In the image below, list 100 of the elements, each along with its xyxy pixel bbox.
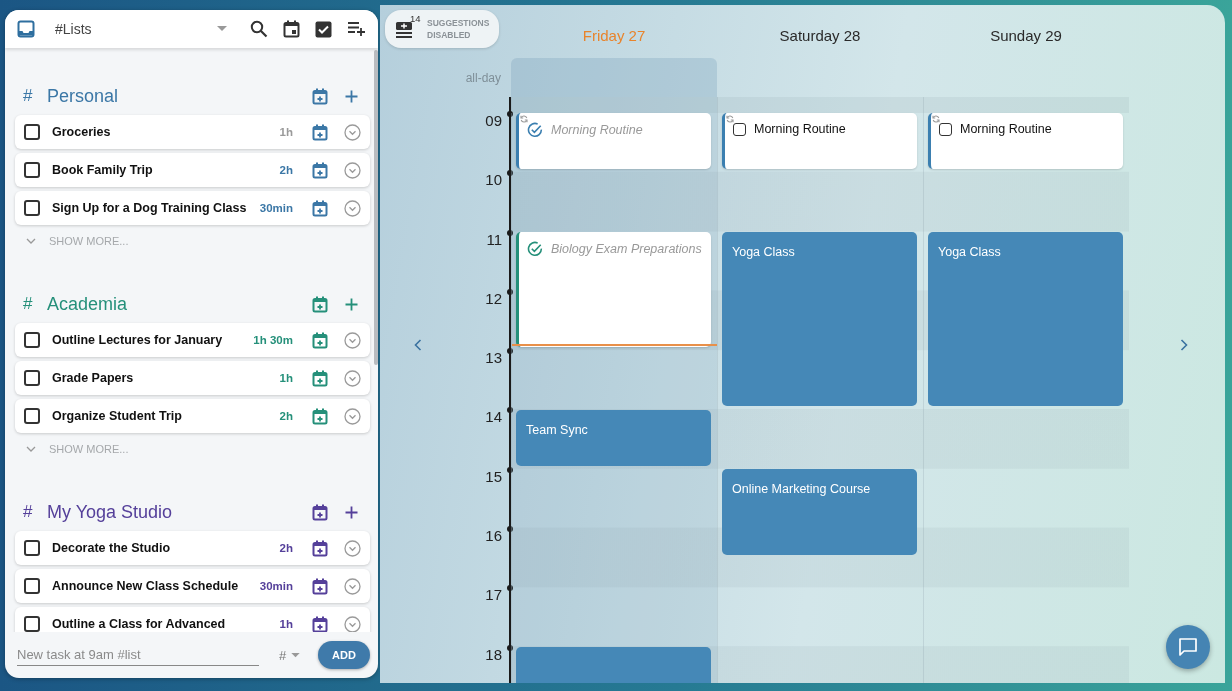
chevron-circle-icon[interactable] xyxy=(344,123,361,141)
checkbox[interactable] xyxy=(24,370,40,386)
day-header: Friday 27 xyxy=(581,26,647,46)
checkbox[interactable] xyxy=(24,616,40,632)
new-task-field[interactable]: New task at 9am #list xyxy=(17,644,259,666)
task-title: Organize Student Trip xyxy=(52,409,183,423)
task-block[interactable]: Morning Routine xyxy=(928,113,1123,170)
chevron-circle-icon[interactable] xyxy=(344,331,361,349)
all-day-label: all-day xyxy=(464,70,502,87)
add-button[interactable]: ADD xyxy=(318,641,370,669)
event-block[interactable]: Yoga Class xyxy=(928,231,1123,407)
checkbox-icon[interactable] xyxy=(315,20,332,38)
checkbox[interactable] xyxy=(939,122,952,136)
chevron-down-icon[interactable] xyxy=(26,238,36,244)
task-card[interactable]: Outline a Class for Advanced 1h xyxy=(15,607,370,632)
chevron-down-icon[interactable] xyxy=(26,446,36,452)
task-card[interactable]: Sign Up for a Dog Training Class 30min xyxy=(15,191,370,225)
plus-icon[interactable] xyxy=(345,297,358,311)
calendar-icon[interactable] xyxy=(283,20,300,38)
event-block[interactable]: Team Sync xyxy=(516,409,711,466)
duration-label: 2h xyxy=(279,410,293,422)
calendar-plus-icon[interactable] xyxy=(312,123,328,141)
calendar-plus-icon[interactable] xyxy=(312,369,328,387)
task-card[interactable]: Announce New Class Schedule 30min xyxy=(15,569,370,603)
hour-label: 10 xyxy=(485,171,502,189)
task-card[interactable]: Grade Papers 1h xyxy=(15,361,370,395)
hour-label: 17 xyxy=(485,586,502,604)
checkbox[interactable] xyxy=(24,540,40,556)
hour-label: 09 xyxy=(485,112,502,129)
checked-circle-icon[interactable] xyxy=(527,240,543,257)
list-title[interactable]: My Yoga Studio xyxy=(47,501,312,523)
list-selector[interactable]: #Lists xyxy=(55,21,202,37)
checkbox[interactable] xyxy=(24,162,40,178)
event-title: Yoga Class xyxy=(732,244,795,259)
calendar-plus-icon[interactable] xyxy=(312,577,328,595)
hour-label: 13 xyxy=(485,349,502,367)
task-card[interactable]: Decorate the Studio 2h xyxy=(15,531,370,565)
duration-label: 30min xyxy=(259,580,293,592)
event-title: Morning Routine xyxy=(754,122,846,136)
chevron-circle-icon[interactable] xyxy=(344,407,361,425)
duration-label: 30min xyxy=(259,202,293,214)
checkbox[interactable] xyxy=(24,200,40,216)
task-title: Groceries xyxy=(52,125,112,139)
task-title: Outline Lectures for January xyxy=(52,333,224,347)
search-icon[interactable] xyxy=(250,20,268,38)
suggestions-toggle[interactable]: 14 SUGGESTIONS DISABLED xyxy=(385,10,499,48)
calendar-plus-icon[interactable] xyxy=(312,407,328,425)
checkbox[interactable] xyxy=(733,122,746,136)
calendar-plus-icon[interactable] xyxy=(312,161,328,179)
suggestions-label: SUGGESTIONS DISABLED xyxy=(427,17,491,41)
calendar-plus-icon[interactable] xyxy=(312,539,328,557)
chat-button[interactable] xyxy=(1166,625,1210,669)
chevron-circle-icon[interactable] xyxy=(344,161,361,179)
task-block[interactable]: Morning Routine xyxy=(722,113,917,170)
list-title[interactable]: Personal xyxy=(47,85,312,107)
duration-label: 1h xyxy=(279,126,293,138)
all-day-cell[interactable] xyxy=(511,58,717,97)
add-list-icon[interactable] xyxy=(347,21,366,37)
task-card[interactable]: Groceries 1h xyxy=(15,115,370,149)
list-picker[interactable]: # xyxy=(279,647,290,663)
event-title: Morning Routine xyxy=(960,122,1052,136)
calendar-plus-icon[interactable] xyxy=(312,331,328,349)
task-card[interactable]: Outline Lectures for January 1h 30m xyxy=(15,323,370,357)
event-title: Yoga Class xyxy=(938,244,1001,259)
task-title: Announce New Class Schedule xyxy=(52,579,240,593)
chevron-circle-icon[interactable] xyxy=(344,577,361,595)
task-card[interactable]: Organize Student Trip 2h xyxy=(15,399,370,433)
event-block[interactable]: Online Marketing Course xyxy=(722,468,917,555)
chevron-circle-icon[interactable] xyxy=(344,369,361,387)
scrollbar[interactable] xyxy=(374,50,378,365)
checkbox[interactable] xyxy=(24,124,40,140)
next-chevron-icon[interactable] xyxy=(1180,339,1188,351)
chevron-circle-icon[interactable] xyxy=(344,199,361,217)
dropdown-caret-icon[interactable] xyxy=(290,652,300,658)
chevron-circle-icon[interactable] xyxy=(344,539,361,557)
dropdown-caret-icon[interactable] xyxy=(217,26,227,32)
checkbox[interactable] xyxy=(24,408,40,424)
previous-chevron-icon[interactable] xyxy=(414,339,422,351)
list-title[interactable]: Academia xyxy=(47,293,312,315)
task-card[interactable]: Book Family Trip 2h xyxy=(15,153,370,187)
calendar-plus-icon[interactable] xyxy=(312,87,328,105)
checkbox[interactable] xyxy=(24,578,40,594)
checkbox[interactable] xyxy=(24,332,40,348)
hash-icon: # xyxy=(23,294,47,314)
chat-icon xyxy=(1178,637,1198,657)
plus-icon[interactable] xyxy=(345,505,358,519)
duration-label: 1h xyxy=(279,372,293,384)
inbox-icon[interactable] xyxy=(17,20,35,38)
event-title: Biology Exam Preparations xyxy=(551,241,702,256)
event-block[interactable]: Yoga Class xyxy=(722,231,917,407)
calendar-plus-icon[interactable] xyxy=(312,503,328,521)
duration-label: 1h 30m xyxy=(253,334,293,346)
task-title: Book Family Trip xyxy=(52,163,154,177)
task-title: Grade Papers xyxy=(52,371,135,385)
checked-circle-icon[interactable] xyxy=(527,122,543,138)
task-title: Decorate the Studio xyxy=(52,541,172,555)
plus-icon[interactable] xyxy=(345,89,358,103)
calendar-plus-icon[interactable] xyxy=(312,295,328,313)
calendar-plus-icon[interactable] xyxy=(312,199,328,217)
calendar-plus-icon[interactable] xyxy=(312,615,328,632)
